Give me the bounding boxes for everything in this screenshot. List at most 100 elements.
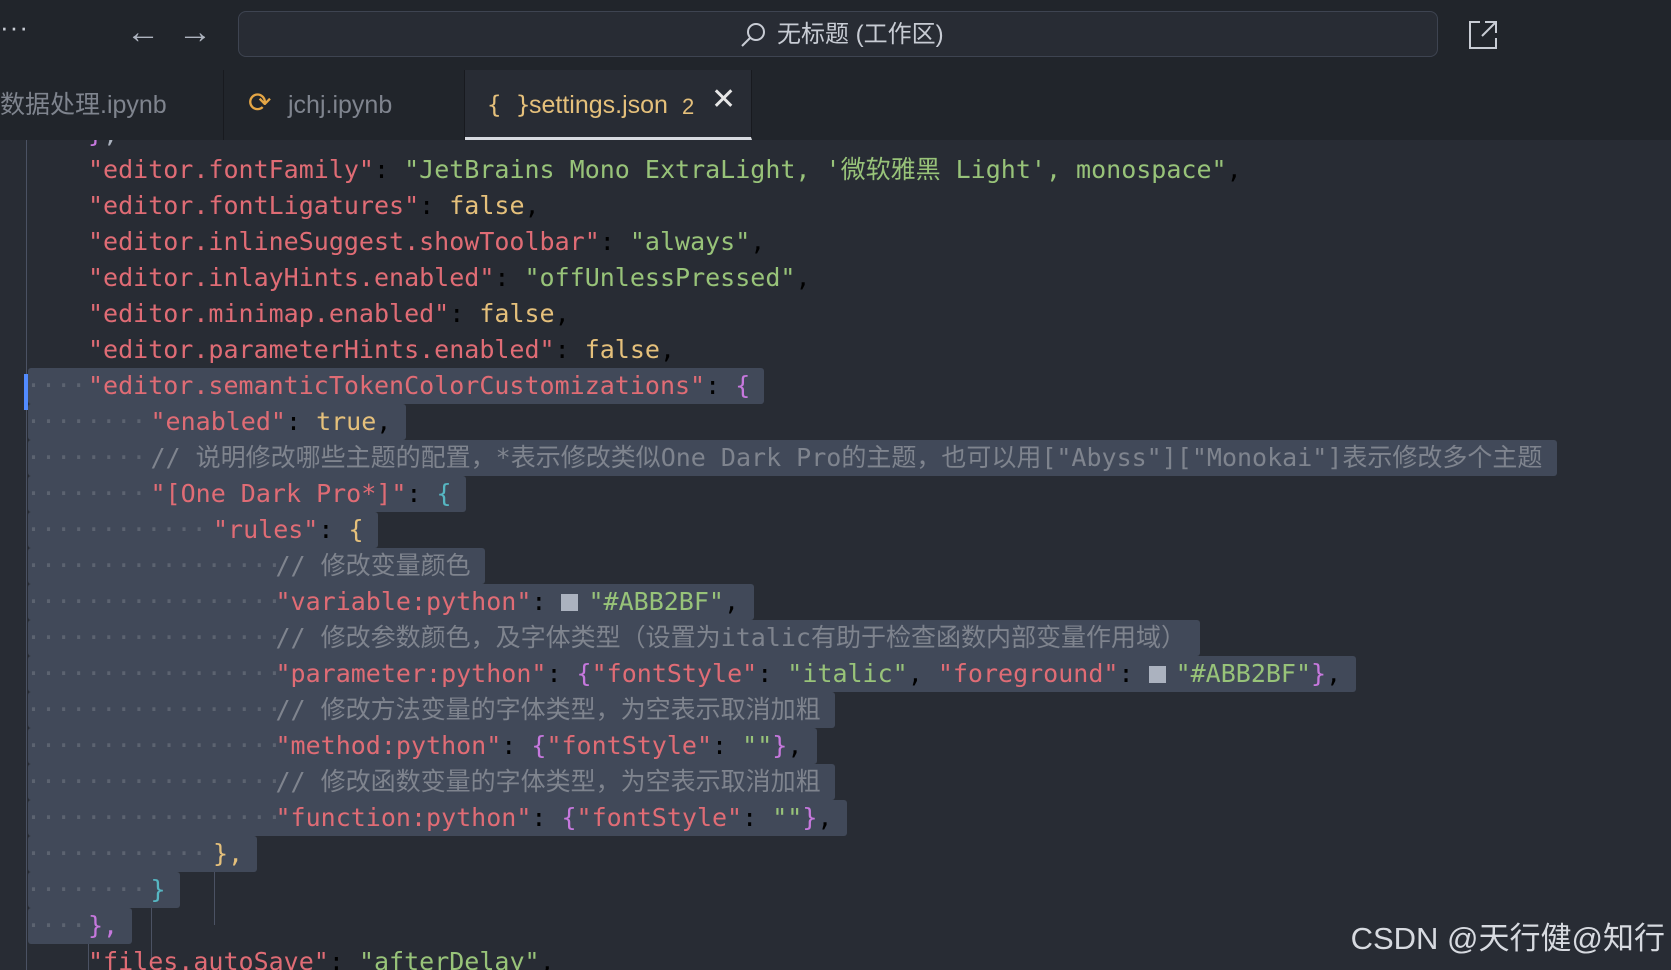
whitespace-dots: ············ xyxy=(26,515,207,544)
code-content: "method:python": {"fontStyle": ""}, xyxy=(275,731,803,760)
code-content: "variable:python": "#ABB2BF", xyxy=(275,587,740,616)
string-value: "JetBrains Mono ExtraLight, '微软雅黑 Light'… xyxy=(404,155,1227,184)
bracket: { xyxy=(561,803,577,832)
code-content: "editor.minimap.enabled": false, xyxy=(88,299,570,328)
arrow-right-icon[interactable]: → xyxy=(178,14,212,50)
tab-jchj-ipynb[interactable]: ⟳ jchj.ipynb xyxy=(224,70,465,140)
code-content: "parameter:python": {"fontStyle": "itali… xyxy=(275,659,1342,688)
boolean-value: false xyxy=(479,299,555,328)
whitespace-dots: ···· xyxy=(26,911,87,940)
code-line: ········ "[One Dark Pro*]": { xyxy=(0,476,1671,512)
property-key: "editor.inlayHints.enabled" xyxy=(88,263,495,292)
whitespace-dots: ················· xyxy=(26,803,282,832)
whitespace-dots: ···· xyxy=(26,371,87,400)
code-content: "enabled": true, xyxy=(150,407,392,436)
code-line: ················· "parameter:python": {"f… xyxy=(0,656,1671,692)
json-braces-icon: { } xyxy=(487,91,531,119)
boolean-value: false xyxy=(449,191,525,220)
property-key: "fontStyle" xyxy=(591,659,758,688)
problem-count-badge: 2 xyxy=(682,94,695,119)
code-line: ········ "enabled": true, xyxy=(0,404,1671,440)
code-line: ················· "method:python": {"font… xyxy=(0,728,1671,764)
code-content: "editor.inlayHints.enabled": "offUnlessP… xyxy=(88,263,811,292)
boolean-value: false xyxy=(584,335,660,364)
code-content: "files.autoSave": "afterDelay", xyxy=(88,944,555,970)
code-line: ···· "editor.semanticTokenColorCustomizat… xyxy=(0,368,1671,404)
property-key: "function:python" xyxy=(275,803,532,832)
tab-settings-json[interactable]: { } settings.json 2 ✕ xyxy=(465,70,752,140)
comment-text: // 修改参数颜色，及字体类型（设置为italic有助于检查函数内部变量作用域） xyxy=(275,623,1186,652)
code-line: ········// 说明修改哪些主题的配置，*表示修改类似One Dark P… xyxy=(0,440,1671,476)
whitespace-dots: ········ xyxy=(26,875,147,904)
string-value: "offUnlessPressed" xyxy=(524,263,796,292)
close-icon[interactable]: ✕ xyxy=(711,85,736,115)
title-bar: ··· ← → 无标题 (工作区) xyxy=(0,0,1671,70)
bracket: } xyxy=(802,803,818,832)
code-content: // 修改参数颜色，及字体类型（设置为italic有助于检查函数内部变量作用域） xyxy=(276,620,1186,656)
opening-bracket: { xyxy=(348,515,364,544)
command-center-search[interactable]: 无标题 (工作区) xyxy=(238,11,1438,57)
code-content: }, xyxy=(88,908,118,944)
search-icon xyxy=(741,23,765,47)
bracket: } xyxy=(772,731,788,760)
ellipsis-icon[interactable]: ··· xyxy=(0,14,29,40)
whitespace-dots: ················· xyxy=(26,731,282,760)
color-swatch-icon[interactable] xyxy=(561,594,579,611)
editor-tab-bar: 数据处理.ipynb ⟳ jchj.ipynb { } settings.jso… xyxy=(0,70,1671,140)
arrow-left-icon[interactable]: ← xyxy=(126,14,160,50)
opening-bracket: { xyxy=(436,479,452,508)
property-key: "parameter:python" xyxy=(275,659,547,688)
code-line: ·················// 修改变量颜色 xyxy=(0,548,1671,584)
whitespace-dots: ········ xyxy=(26,479,147,508)
property-key: "enabled" xyxy=(150,407,286,436)
string-value: "" xyxy=(742,731,773,760)
code-content: "editor.inlineSuggest.showToolbar": "alw… xyxy=(88,227,766,256)
code-line: ·················// 修改函数变量的字体类型，为空表示取消加粗 xyxy=(0,764,1671,800)
tab-label: 数据处理.ipynb xyxy=(0,91,167,119)
property-key: "editor.minimap.enabled" xyxy=(88,299,450,328)
string-value: "always" xyxy=(629,227,751,256)
command-center-label: 无标题 (工作区) xyxy=(777,21,944,48)
property-key: "editor.parameterHints.enabled" xyxy=(88,335,555,364)
comment-text: // 修改方法变量的字体类型，为空表示取消加粗 xyxy=(275,695,821,724)
property-key: "editor.semanticTokenColorCustomizations… xyxy=(88,371,706,400)
property-key: "fontStyle" xyxy=(576,803,743,832)
property-key: "method:python" xyxy=(275,731,502,760)
property-key: "editor.fontFamily" xyxy=(88,155,374,184)
whitespace-dots: ········ xyxy=(26,407,147,436)
property-key: "files.autoSave" xyxy=(88,947,329,970)
code-content: } xyxy=(151,872,166,908)
closing-bracket: }, xyxy=(88,911,119,940)
open-external-icon[interactable] xyxy=(1467,19,1499,51)
string-value: "" xyxy=(772,803,803,832)
whitespace-dots: ················· xyxy=(26,659,282,688)
code-line: ·················// 修改参数颜色，及字体类型（设置为ital… xyxy=(0,620,1671,656)
code-editor[interactable]: }, "editor.fontFamily": "JetBrains Mono … xyxy=(0,140,1671,970)
property-key: "[One Dark Pro*]" xyxy=(150,479,407,508)
property-key: "editor.fontLigatures" xyxy=(88,191,420,220)
code-content: "function:python": {"fontStyle": ""}, xyxy=(275,803,833,832)
whitespace-dots: ················· xyxy=(26,551,282,580)
comment-text: // 说明修改哪些主题的配置，*表示修改类似One Dark Pro的主题，也可… xyxy=(150,443,1543,472)
code-line: ················· "function:python": {"fo… xyxy=(0,800,1671,836)
comment-text: // 修改函数变量的字体类型，为空表示取消加粗 xyxy=(275,767,821,796)
whitespace-dots: ············ xyxy=(26,839,207,868)
bracket: { xyxy=(531,731,547,760)
code-line: "editor.inlineSuggest.showToolbar": "alw… xyxy=(0,224,1671,260)
tab-label: jchj.ipynb xyxy=(288,91,393,119)
code-content: "[One Dark Pro*]": { xyxy=(150,479,452,508)
code-line: ············ "rules": { xyxy=(0,512,1671,548)
string-value: "italic" xyxy=(787,659,908,688)
code-line: "editor.fontFamily": "JetBrains Mono Ext… xyxy=(0,152,1671,188)
code-content: }, xyxy=(213,836,243,872)
code-content: "editor.fontFamily": "JetBrains Mono Ext… xyxy=(88,155,1242,184)
whitespace-dots: ········ xyxy=(26,443,147,472)
tab-label: settings.json xyxy=(529,91,668,119)
code-line: ········} xyxy=(0,872,1671,908)
code-content: "rules": { xyxy=(213,515,364,544)
notebook-sync-icon: ⟳ xyxy=(248,87,272,118)
tab-data-processing-ipynb[interactable]: 数据处理.ipynb xyxy=(0,70,224,140)
code-line: "editor.parameterHints.enabled": false, xyxy=(0,332,1671,368)
whitespace-dots: ················· xyxy=(26,695,282,724)
color-swatch-icon[interactable] xyxy=(1148,666,1166,683)
